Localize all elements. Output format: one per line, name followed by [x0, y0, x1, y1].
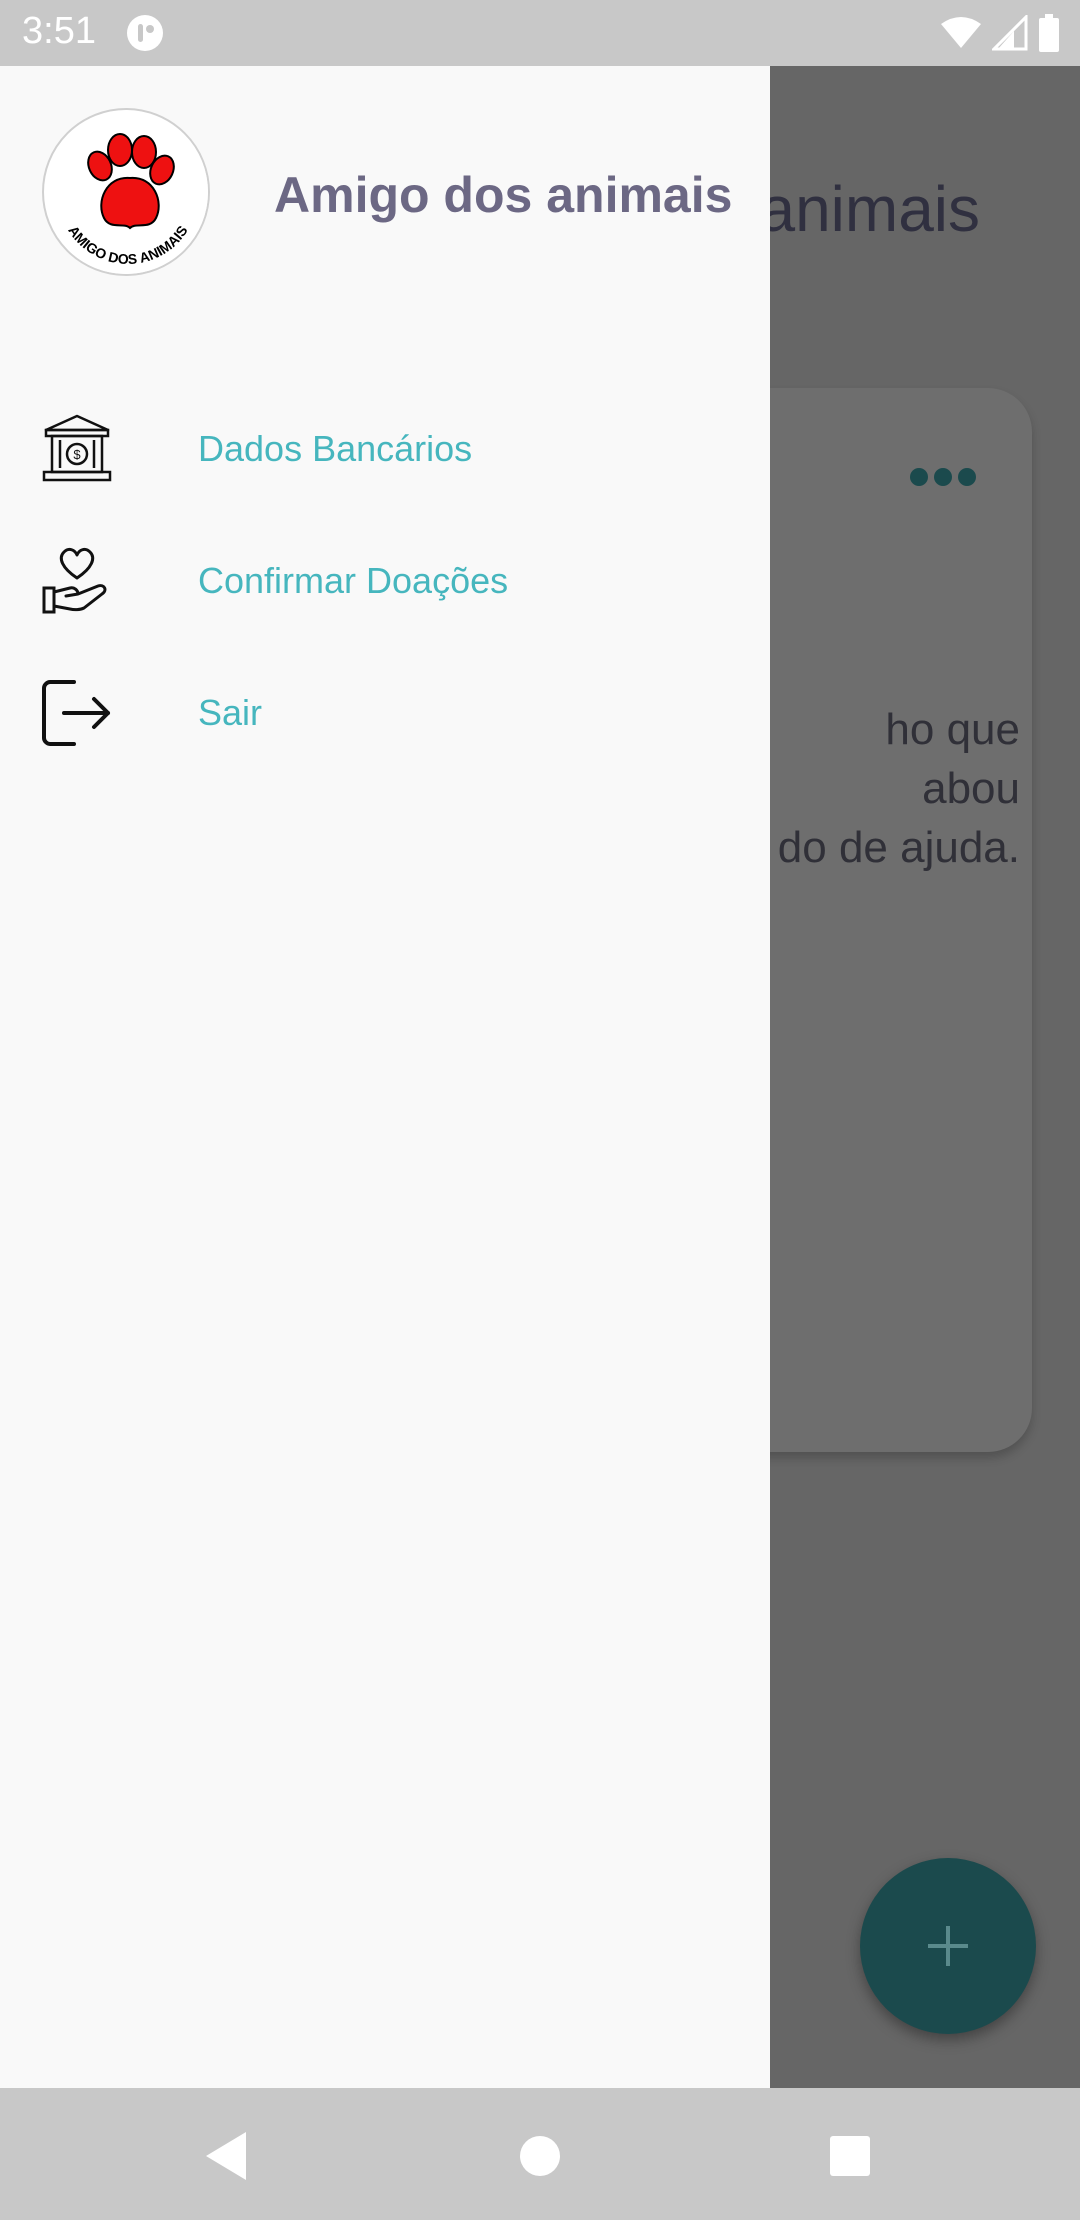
drawer-title: Amigo dos animais	[274, 167, 733, 223]
home-icon[interactable]	[512, 2128, 568, 2184]
back-icon[interactable]	[200, 2128, 256, 2184]
app-screen: 3:51 animais ho que abou do de ajuda. AM…	[0, 0, 1080, 2220]
paw-icon: AMIGO DOS ANIMAIS	[46, 112, 208, 274]
status-icons	[940, 14, 1060, 52]
svg-text:$: $	[73, 447, 81, 462]
logout-icon	[42, 680, 110, 746]
bank-icon: $	[42, 414, 112, 482]
signal-icon	[992, 15, 1028, 51]
more-horizontal-icon[interactable]	[908, 462, 978, 492]
wifi-icon	[941, 17, 981, 48]
battery-icon	[1039, 14, 1059, 52]
heart-hand-icon	[42, 547, 107, 614]
app-logo: AMIGO DOS ANIMAIS	[42, 108, 210, 276]
menu-item-bank-details[interactable]: $ Dados Bancários	[0, 392, 770, 512]
navigation-drawer: AMIGO DOS ANIMAIS Amigo dos animais $ Da…	[0, 66, 770, 2088]
status-bar: 3:51	[0, 0, 1080, 66]
menu-item-logout[interactable]: Sair	[0, 656, 770, 776]
menu-item-confirm-donations[interactable]: Confirmar Doações	[0, 524, 770, 644]
menu-item-label: Sair	[198, 692, 263, 733]
add-button[interactable]	[860, 1858, 1036, 2034]
menu-item-label: Dados Bancários	[198, 428, 473, 469]
recents-icon[interactable]	[822, 2128, 878, 2184]
plus-icon	[928, 1926, 968, 1966]
app-notification-icon	[127, 15, 163, 51]
status-time: 3:51	[22, 10, 96, 52]
navigation-bar	[0, 2088, 1080, 2220]
menu-item-label: Confirmar Doações	[198, 560, 509, 601]
